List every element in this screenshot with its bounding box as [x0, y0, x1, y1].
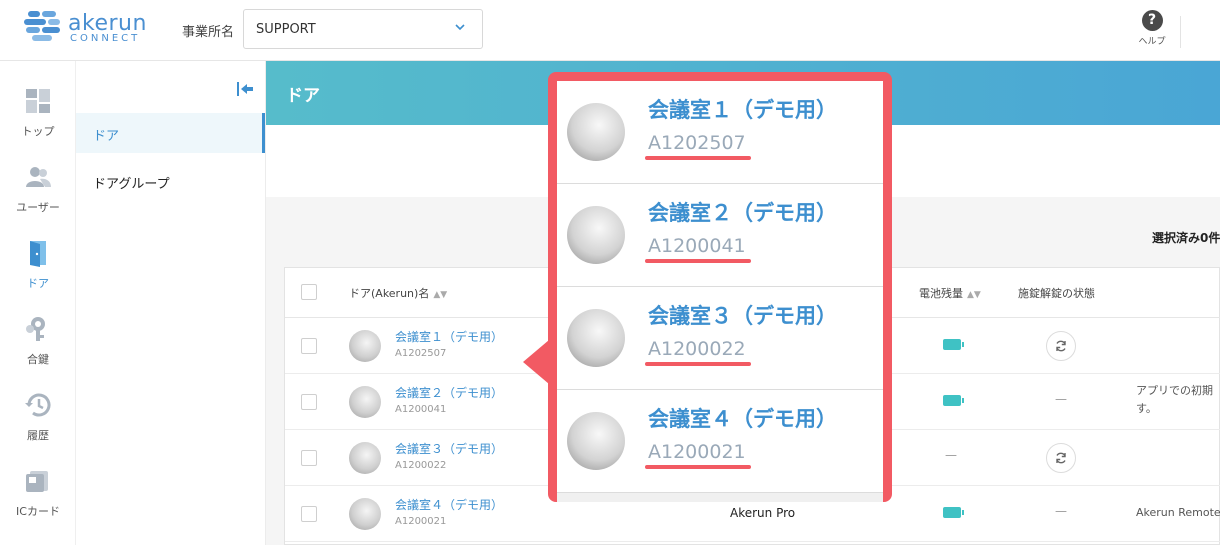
door-name-link[interactable]: 会議室１（デモ用）	[395, 328, 503, 345]
zoom-callout: 会議室１（デモ用） A1202507 会議室２（デモ用） A1200041 会議…	[548, 72, 892, 502]
nav-label-top: トップ	[21, 125, 55, 138]
row-checkbox[interactable]	[301, 450, 317, 466]
callout-item: 会議室４（デモ用） A1200021	[557, 390, 883, 493]
refresh-icon	[1056, 452, 1066, 464]
door-code: A1200022	[395, 460, 447, 471]
callout-door-name: 会議室２（デモ用）	[648, 201, 837, 225]
sync-button[interactable]	[1046, 443, 1076, 473]
lock-state-value: —	[1055, 392, 1067, 406]
highlight-underline	[645, 156, 751, 160]
sort-icon: ▲▼	[967, 290, 981, 300]
office-label: 事業所名	[182, 25, 235, 40]
door-icon	[30, 241, 46, 267]
nav-item-top[interactable]: トップ	[0, 87, 76, 157]
collapse-sidebar-icon[interactable]	[236, 81, 254, 97]
nav-item-door[interactable]: ドア	[0, 239, 76, 309]
door-name-link[interactable]: 会議室４（デモ用）	[395, 496, 503, 513]
door-name-link[interactable]: 会議室２（デモ用）	[395, 384, 503, 401]
highlight-underline	[645, 362, 751, 366]
akerun-device-image	[349, 498, 381, 530]
subnav-item-door-group[interactable]: ドアグループ	[76, 161, 265, 201]
akerun-device-image	[567, 412, 625, 470]
callout-item: 会議室２（デモ用） A1200041	[557, 184, 883, 287]
callout-pointer	[523, 340, 549, 384]
sync-button[interactable]	[1046, 331, 1076, 361]
users-icon	[26, 167, 51, 187]
sub-nav: ドア ドアグループ	[76, 61, 266, 545]
header-battery[interactable]: 電池残量 ▲▼	[919, 285, 981, 301]
header-divider	[1180, 16, 1181, 48]
callout-door-name: 会議室４（デモ用）	[648, 407, 837, 431]
key-icon	[26, 317, 45, 341]
header-battery-label: 電池残量	[919, 287, 963, 300]
callout-item: 会議室１（デモ用） A1202507	[557, 81, 883, 184]
nav-item-ic-card[interactable]: ICカード	[0, 467, 76, 537]
chevron-down-icon	[455, 24, 465, 31]
sort-icon: ▲▼	[433, 290, 448, 300]
callout-door-code: A1200021	[648, 441, 746, 463]
selected-count: 選択済み0件	[1152, 231, 1220, 245]
akerun-logo-mark	[24, 11, 60, 41]
callout-door-name: 会議室１（デモ用）	[648, 98, 837, 122]
help-button[interactable]: ? ヘルプ	[1132, 10, 1172, 54]
office-select-value: SUPPORT	[256, 22, 316, 37]
header-lock-state: 施錠解錠の状態	[1018, 287, 1095, 300]
callout-door-name: 会議室３（デモ用）	[648, 304, 837, 328]
row-checkbox[interactable]	[301, 394, 317, 410]
row-checkbox[interactable]	[301, 506, 317, 522]
battery-icon	[943, 395, 964, 406]
app-header: akerun CONNECT 事業所名 SUPPORT ? ヘルプ	[0, 0, 1220, 61]
akerun-device-image	[567, 206, 625, 264]
callout-item: 会議室３（デモ用） A1200022	[557, 287, 883, 390]
door-code: A1202507	[395, 348, 447, 359]
callout-footer-strip	[557, 493, 883, 502]
akerun-device-image	[349, 330, 381, 362]
battery-value: —	[945, 448, 957, 462]
device-model: Akerun Pro	[730, 506, 796, 520]
door-code: A1200021	[395, 516, 447, 527]
highlight-underline	[645, 465, 751, 469]
refresh-icon	[1056, 340, 1066, 352]
nav-label-ic-card: ICカード	[16, 505, 60, 518]
status-note-line2: す。	[1136, 402, 1157, 415]
nav-item-history[interactable]: 履歴	[0, 391, 76, 461]
page-title: ドア	[286, 86, 320, 106]
akerun-device-image	[567, 309, 625, 367]
office-select[interactable]: SUPPORT	[243, 9, 483, 49]
lock-state-value: —	[1055, 504, 1067, 518]
dashboard-icon	[26, 89, 50, 113]
callout-door-code: A1200022	[648, 338, 746, 360]
akerun-device-image	[349, 386, 381, 418]
header-door-name[interactable]: ドア(Akerun)名 ▲▼	[349, 285, 447, 301]
nav-label-door: ドア	[27, 277, 49, 290]
nav-label-history: 履歴	[27, 429, 49, 442]
akerun-device-image	[349, 442, 381, 474]
ic-card-icon	[26, 471, 48, 492]
nav-label-key: 合鍵	[27, 353, 49, 366]
akerun-logo[interactable]: akerun CONNECT	[24, 9, 146, 49]
nav-label-users: ユーザー	[16, 201, 60, 214]
door-code: A1200041	[395, 404, 447, 415]
header-door-name-label: ドア(Akerun)名	[349, 287, 430, 300]
callout-door-code: A1202507	[648, 132, 746, 154]
history-icon	[25, 393, 51, 417]
left-nav: トップ ユーザー ドア 合鍵 履歴 ICカード	[0, 61, 76, 545]
akerun-device-image	[567, 103, 625, 161]
subnav-item-door[interactable]: ドア	[76, 113, 265, 153]
logo-subtitle: CONNECT	[70, 33, 141, 44]
nav-item-users[interactable]: ユーザー	[0, 163, 76, 233]
status-note: Akerun Remote	[1136, 506, 1220, 519]
door-name-link[interactable]: 会議室３（デモ用）	[395, 440, 503, 457]
help-icon: ?	[1141, 10, 1163, 31]
select-all-checkbox[interactable]	[301, 284, 317, 300]
nav-item-key[interactable]: 合鍵	[0, 315, 76, 385]
status-note-line1: アプリでの初期	[1136, 384, 1213, 397]
help-label: ヘルプ	[1138, 37, 1166, 47]
callout-door-code: A1200041	[648, 235, 746, 257]
highlight-underline	[645, 259, 751, 263]
battery-icon	[943, 507, 964, 518]
battery-icon	[943, 339, 964, 350]
row-checkbox[interactable]	[301, 338, 317, 354]
